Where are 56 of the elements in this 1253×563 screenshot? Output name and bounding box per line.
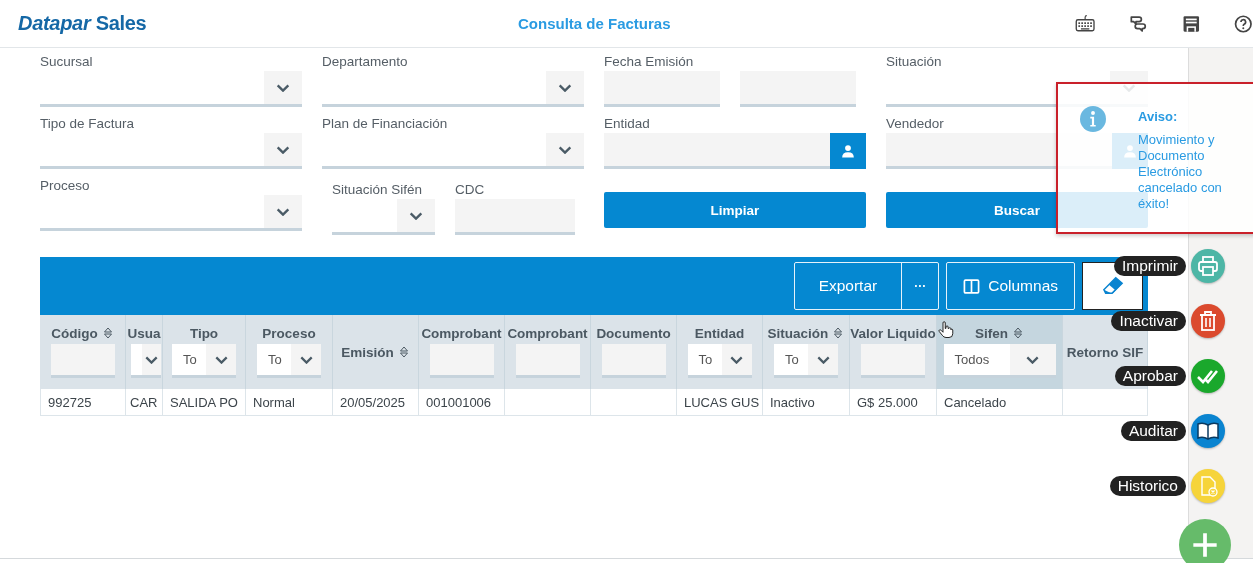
field-label: CDC (455, 182, 485, 198)
app-logo: Datapar Sales (17, 12, 148, 35)
table-cell: LUCAS GUS (677, 389, 763, 416)
page-title: Consulta de Facturas (518, 15, 671, 32)
table-cell: 20/05/2025 (333, 389, 419, 416)
column-title[interactable]: Retorno SIF (1066, 344, 1144, 360)
field-label: Situación (886, 54, 942, 70)
field-label: Entidad (604, 116, 650, 132)
column-title[interactable]: Comprobant (421, 325, 502, 341)
column-title[interactable]: Comprobant (507, 325, 588, 341)
field-label: Plan de Financiación (322, 116, 448, 132)
filter-select[interactable]: To (172, 344, 236, 378)
columns-button[interactable]: Columnas (946, 262, 1075, 310)
action-tooltip: Auditar (1120, 421, 1186, 441)
action-tooltip: Aprobar (1114, 366, 1186, 386)
filter-value: To (268, 352, 282, 367)
filter-value: To (183, 352, 197, 367)
table-cell: G$ 25.000 (850, 389, 937, 416)
field-label: Vendedor (886, 116, 944, 132)
table-cell: 001001006 (419, 389, 505, 416)
column-title[interactable]: Sifen (975, 325, 1008, 341)
column-title[interactable]: Tipo (189, 325, 219, 341)
field-label: Proceso (40, 178, 90, 194)
more-button[interactable]: ··· (901, 263, 939, 309)
filter-value: To (698, 352, 713, 367)
filter-value: Todos (954, 352, 990, 367)
toast-title: Aviso: (1138, 109, 1179, 125)
field-label: Tipo de Factura (40, 116, 135, 132)
column-title[interactable]: Emisión (341, 344, 394, 360)
action-button[interactable]: Limpiar (604, 192, 866, 228)
field-label: Departamento (322, 54, 408, 70)
filter-value: To (785, 352, 799, 367)
column-title[interactable]: Valor Liquido (850, 325, 936, 341)
column-title[interactable]: Entidad (694, 325, 745, 341)
export-button[interactable]: Exportar (794, 263, 902, 309)
table-cell: SALIDA PO (163, 389, 246, 416)
table-cell: 992725 (40, 389, 126, 416)
field-label: Sucursal (40, 54, 93, 70)
table-cell: Inactivo (763, 389, 850, 416)
column-title[interactable]: Proceso (262, 325, 316, 341)
field-label: Fecha Emisión (604, 54, 694, 70)
action-tooltip: Inactivar (1111, 311, 1186, 331)
column-title[interactable]: Documento (596, 325, 671, 341)
table-cell: CAR (126, 389, 163, 416)
field-label: Situación Sifén (332, 182, 423, 198)
filter-select[interactable]: To (774, 344, 838, 378)
table-cell: Normal (246, 389, 333, 416)
filter-select[interactable]: Todos (943, 344, 1056, 378)
table-cell: Cancelado (937, 389, 1063, 416)
action-tooltip: Imprimir (1114, 256, 1186, 276)
column-title[interactable]: Usua (127, 325, 161, 341)
column-title[interactable]: Código (51, 325, 98, 341)
filter-select[interactable]: To (257, 344, 321, 378)
filter-select[interactable]: To (687, 344, 752, 378)
action-tooltip: Historico (1109, 476, 1186, 496)
column-title[interactable]: Situación (767, 325, 829, 341)
